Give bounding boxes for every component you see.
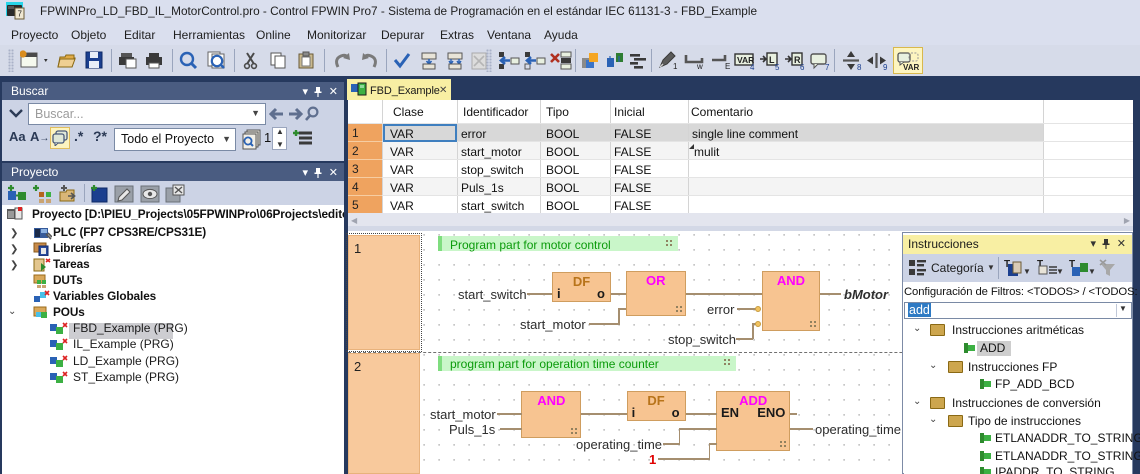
svg-text:w: w bbox=[696, 62, 703, 71]
svg-text:8: 8 bbox=[857, 63, 862, 71]
svg-text:7: 7 bbox=[825, 63, 830, 71]
svg-text:▼: ▼ bbox=[1088, 267, 1095, 276]
svg-text:1: 1 bbox=[673, 62, 678, 71]
svg-text:▼: ▼ bbox=[1023, 267, 1030, 276]
svg-text:9: 9 bbox=[883, 63, 888, 71]
svg-text:E: E bbox=[725, 62, 730, 71]
svg-text:VAR: VAR bbox=[903, 63, 920, 71]
svg-text:▼: ▼ bbox=[1056, 267, 1063, 276]
svg-text:7: 7 bbox=[18, 10, 23, 19]
svg-text:6: 6 bbox=[800, 63, 805, 71]
svg-text:4: 4 bbox=[750, 63, 755, 71]
svg-text:5: 5 bbox=[775, 63, 780, 71]
